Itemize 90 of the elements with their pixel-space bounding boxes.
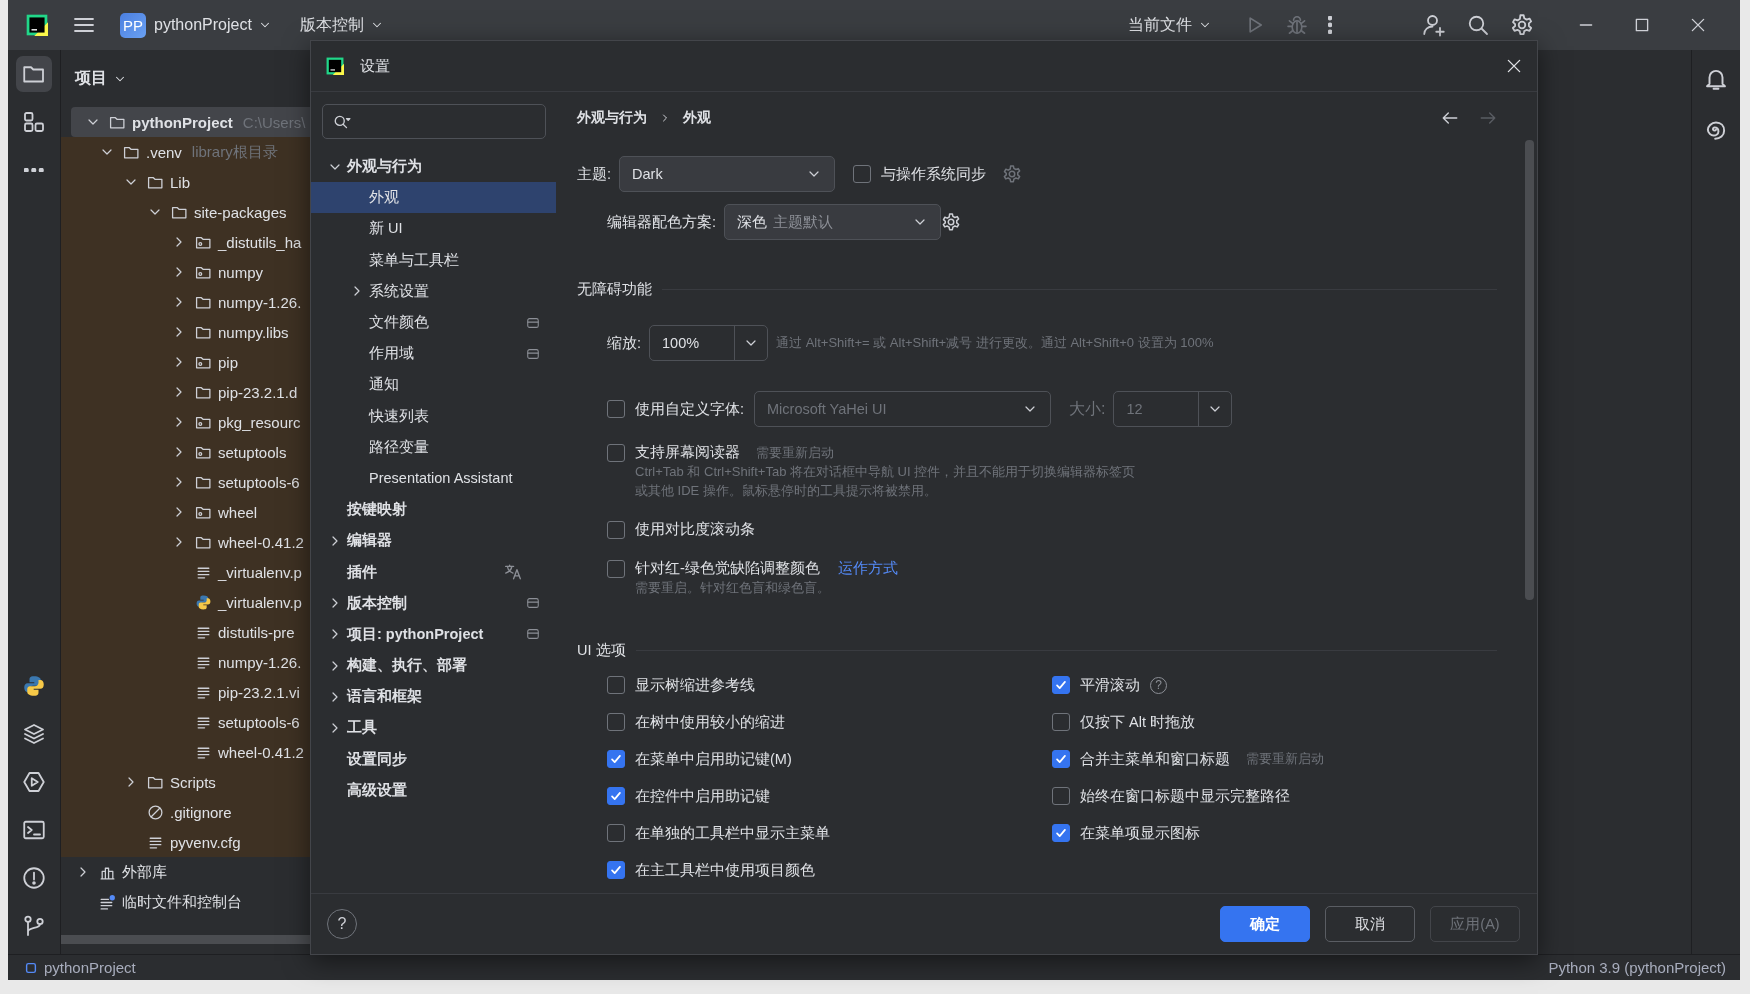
nav-label: 通知	[369, 375, 399, 395]
dropdown-value: Microsoft YaHei UI	[767, 401, 887, 417]
checkbox-label: 合并主菜单和窗口标题	[1080, 749, 1230, 769]
path-hint: library根目录	[191, 142, 278, 162]
file-name: pkg_resourc	[218, 413, 301, 431]
field-label: 主题:	[577, 164, 612, 184]
field-label: 缩放:	[607, 333, 642, 353]
checkbox-label: 使用对比度滚动条	[635, 520, 755, 539]
file-name: _virtualenv.p	[218, 563, 302, 581]
field-label: 大小:	[1069, 398, 1106, 419]
file-name: numpy.libs	[218, 323, 289, 341]
checkbox-label: 与操作系统同步	[881, 164, 987, 184]
file-name: .venv	[146, 143, 182, 161]
nav-label: 编辑器	[347, 531, 392, 551]
nav-label: 构建、执行、部署	[347, 656, 467, 676]
nav-label: 高级设置	[347, 780, 407, 800]
file-name: setuptools-6	[218, 713, 300, 731]
description-text: 或其他 IDE 操作。鼠标悬停时的工具提示将被禁用。	[634, 482, 937, 500]
file-name: pip	[218, 353, 239, 371]
field-label: 编辑器配色方案:	[607, 212, 717, 232]
project-badge: PP	[120, 12, 146, 38]
file-name: setuptools-6	[218, 473, 300, 491]
file-name: Scripts	[170, 773, 216, 791]
file-name: _virtualenv.p	[218, 593, 302, 611]
file-name: pyvenv.cfg	[170, 833, 241, 851]
file-name: setuptools	[218, 443, 287, 461]
checkbox-label: 在菜单中启用助记键(M)	[635, 749, 792, 769]
nav-label: 新 UI	[369, 219, 403, 239]
file-name: distutils-pre	[218, 623, 295, 641]
nav-label: 设置同步	[347, 749, 407, 769]
nav-label: 按键映射	[347, 500, 407, 520]
file-name: Lib	[170, 173, 191, 191]
nav-label: 项目: pythonProject	[347, 624, 484, 644]
nav-label: 路径变量	[369, 437, 429, 457]
dropdown-hint: 主题默认	[773, 212, 834, 232]
file-name: _distutils_ha	[218, 233, 302, 251]
checkbox-label: 在菜单项显示图标	[1080, 823, 1200, 843]
hint-text: 通过 Alt+Shift+= 或 Alt+Shift+减号 进行更改。通过 Alt+Shift+0 设置为 100%	[776, 334, 1214, 352]
nav-label: 版本控制	[347, 593, 407, 613]
file-name: wheel-0.41.2	[218, 533, 304, 551]
checkbox-label: 支持屏幕阅读器	[635, 443, 740, 462]
checkbox-label: 仅按下 Alt 时拖放	[1080, 712, 1195, 732]
checkbox-label: 针对红-绿色觉缺陷调整颜色	[635, 559, 820, 578]
checkbox-label: 在单独的工具栏中显示主菜单	[635, 823, 830, 843]
nav-label: 文件颜色	[369, 313, 429, 333]
panel-title: 项目	[75, 68, 107, 88]
nav-label: 菜单与工具栏	[369, 250, 459, 270]
dropdown-value: Dark	[632, 166, 663, 182]
file-name: .gitignore	[170, 803, 232, 821]
description-text: Ctrl+Tab 和 Ctrl+Shift+Tab 将在对话框中导航 UI 控件，并且不能用于切换编辑器标签页	[634, 463, 1136, 481]
file-name: wheel-0.41.2	[218, 743, 304, 761]
file-name: 外部库	[122, 862, 167, 882]
project-name: pythonProject	[154, 16, 252, 34]
checkbox-label: 始终在窗口标题中显示完整路径	[1080, 786, 1290, 806]
nav-label: 工具	[347, 718, 377, 738]
file-name: numpy-1.26.	[218, 653, 302, 671]
checkbox-label: 平滑滚动	[1080, 675, 1140, 695]
file-name: pip-23.2.1.d	[218, 383, 298, 401]
nav-label: 外观与行为	[347, 157, 422, 177]
note-text: 需要重新启动	[756, 443, 834, 462]
checkbox-label: 在树中使用较小的缩进	[635, 712, 785, 732]
section-title: UI 选项	[577, 641, 626, 660]
vcs-label: 版本控制	[299, 14, 364, 35]
combo-value: 100%	[650, 326, 736, 360]
dialog-title: 设置	[360, 56, 390, 76]
note-text: 需要重新启动	[1246, 750, 1324, 768]
file-name: numpy-1.26.	[218, 293, 302, 311]
nav-label: Presentation Assistant	[369, 470, 513, 487]
checkbox-label: 显示树缩进参考线	[635, 675, 755, 695]
file-name: pythonProject	[132, 113, 233, 131]
section-title: 无障碍功能	[577, 280, 652, 299]
file-name: wheel	[218, 503, 258, 521]
checkbox-label: 在控件中启用助记键	[635, 786, 770, 806]
file-name: pip-23.2.1.vi	[218, 683, 300, 701]
nav-label: 语言和框架	[347, 687, 422, 707]
combo-value: 12	[1114, 392, 1200, 426]
file-name: 临时文件和控制台	[122, 892, 242, 912]
file-name: site-packages	[194, 203, 287, 221]
breadcrumb-item: 外观	[683, 109, 711, 127]
description-text: 需要重启。针对红色盲和绿色盲。	[634, 579, 830, 597]
nav-label: 系统设置	[369, 281, 429, 301]
run-config-label: 当前文件	[1127, 14, 1192, 35]
file-name: numpy	[218, 263, 264, 281]
nav-label: 外观	[369, 188, 399, 208]
nav-label: 插件	[347, 562, 377, 582]
checkbox-label: 在主工具栏中使用项目颜色	[635, 860, 815, 880]
nav-label: 作用域	[369, 344, 414, 364]
dropdown-value: 深色	[737, 212, 768, 232]
checkbox-label: 使用自定义字体:	[635, 399, 745, 419]
nav-label: 快速列表	[369, 406, 429, 426]
